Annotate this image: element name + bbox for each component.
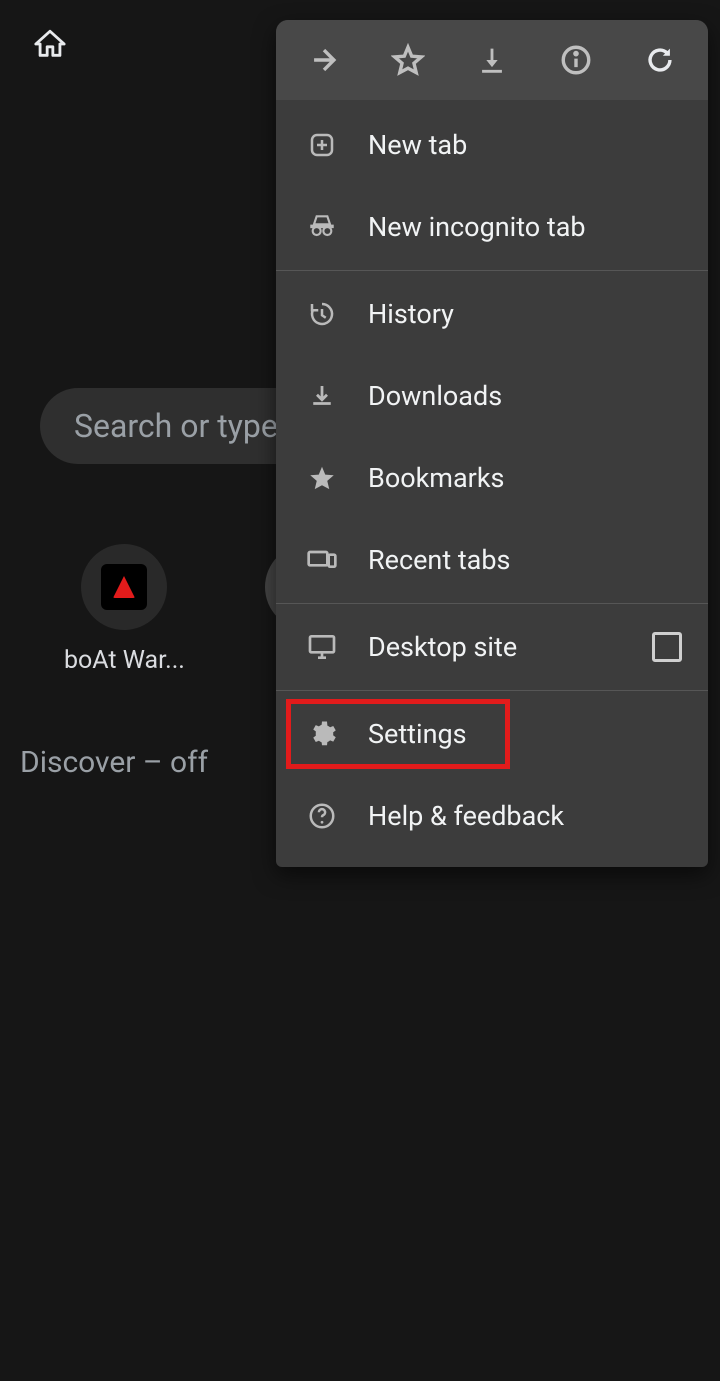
- menu-history[interactable]: History: [276, 273, 708, 355]
- menu-items: New tab New incognito tab History Downlo…: [276, 100, 708, 867]
- recent-tabs-icon: [302, 540, 342, 580]
- menu-help[interactable]: Help & feedback: [276, 775, 708, 857]
- menu-label: Recent tabs: [368, 544, 682, 576]
- overflow-menu: New tab New incognito tab History Downlo…: [276, 20, 708, 867]
- menu-recent-tabs[interactable]: Recent tabs: [276, 519, 708, 601]
- menu-label: Downloads: [368, 380, 682, 412]
- menu-bookmarks[interactable]: Bookmarks: [276, 437, 708, 519]
- menu-downloads[interactable]: Downloads: [276, 355, 708, 437]
- help-icon: [302, 796, 342, 836]
- menu-label: Desktop site: [368, 631, 626, 663]
- settings-icon: [302, 714, 342, 754]
- menu-label: New tab: [368, 129, 682, 161]
- search-placeholder: Search or type: [74, 407, 278, 445]
- menu-desktop-site[interactable]: Desktop site: [276, 606, 708, 688]
- new-tab-icon: [302, 125, 342, 165]
- menu-incognito[interactable]: New incognito tab: [276, 186, 708, 268]
- shortcut-boat[interactable]: boAt War...: [64, 544, 185, 675]
- menu-separator: [276, 603, 708, 604]
- forward-button[interactable]: [304, 40, 344, 80]
- page-info-button[interactable]: [556, 40, 596, 80]
- menu-new-tab[interactable]: New tab: [276, 104, 708, 186]
- menu-label: Bookmarks: [368, 462, 682, 494]
- menu-settings[interactable]: Settings: [276, 693, 708, 775]
- home-button[interactable]: [20, 14, 80, 74]
- download-button[interactable]: [472, 40, 512, 80]
- menu-label: History: [368, 298, 682, 330]
- menu-separator: [276, 270, 708, 271]
- downloads-icon: [302, 376, 342, 416]
- boat-icon: [101, 564, 147, 610]
- menu-separator: [276, 690, 708, 691]
- shortcut-tile: [81, 544, 167, 630]
- menu-label: Settings: [368, 718, 682, 750]
- menu-label: New incognito tab: [368, 211, 682, 243]
- bookmarks-icon: [302, 458, 342, 498]
- history-icon: [302, 294, 342, 334]
- desktop-site-checkbox[interactable]: [652, 632, 682, 662]
- shortcut-label: boAt War...: [64, 646, 185, 675]
- incognito-icon: [302, 207, 342, 247]
- bookmark-button[interactable]: [388, 40, 428, 80]
- menu-action-row: [276, 20, 708, 100]
- reload-button[interactable]: [640, 40, 680, 80]
- menu-label: Help & feedback: [368, 800, 682, 832]
- desktop-icon: [302, 627, 342, 667]
